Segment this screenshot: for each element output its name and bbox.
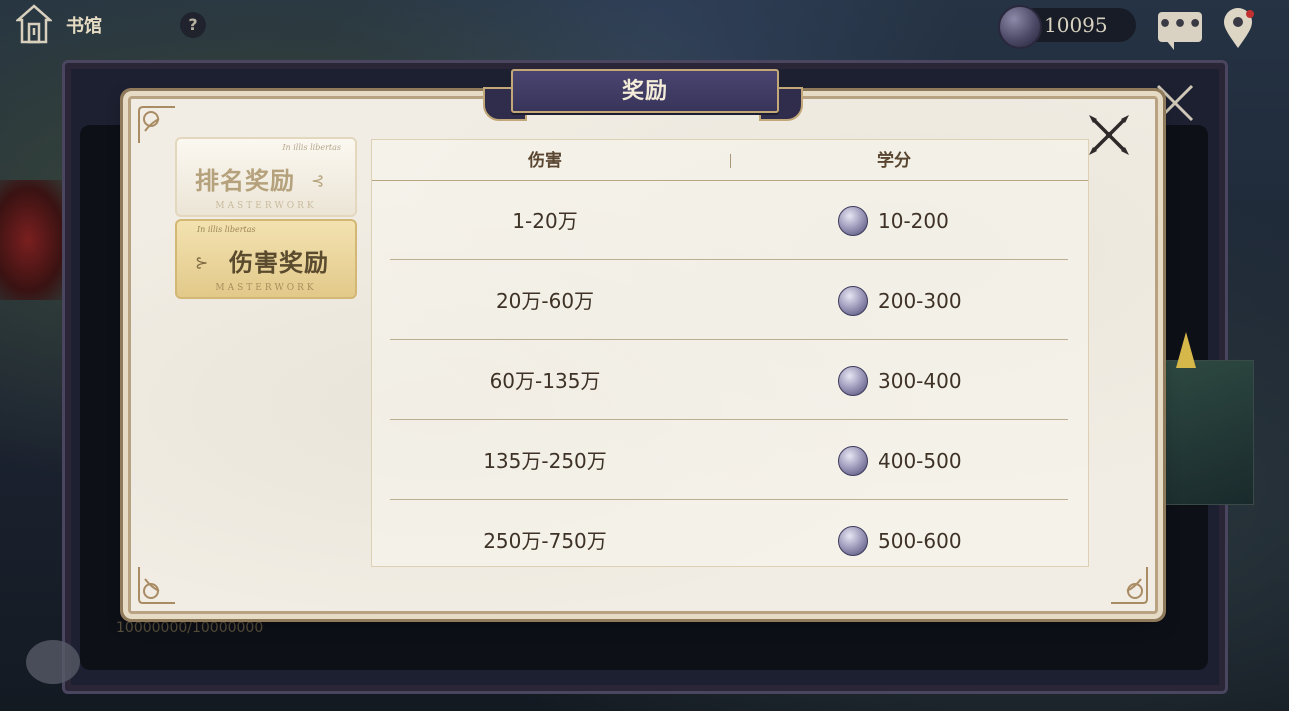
flourish-icon: ⊰ (311, 171, 325, 190)
damage-range: 1-20万 (512, 209, 578, 233)
background-card (1150, 360, 1254, 505)
table-header: 伤害 学分 (372, 140, 1088, 181)
top-bar: 书馆 ? 10095 ••• (0, 0, 1289, 52)
tab-subtitle: MASTERWORK (215, 283, 317, 293)
table-row: 60万-135万 300-400 (390, 340, 1068, 420)
credit-coin-icon (838, 286, 868, 316)
tab-motto: In illis libertas (282, 143, 341, 152)
credit-coin-icon (838, 366, 868, 396)
credit-coin-icon (838, 526, 868, 556)
damage-range: 20万-60万 (495, 289, 595, 313)
table-row: 20万-60万 200-300 (390, 260, 1068, 340)
table-row: 1-20万 10-200 (390, 180, 1068, 260)
column-header-damage: 伤害 (528, 151, 562, 171)
background-button (26, 640, 80, 684)
close-icon[interactable] (1087, 113, 1131, 157)
credit-coin-icon (998, 5, 1042, 49)
credit-range: 300-400 (878, 369, 962, 393)
credit-range: 10-200 (878, 209, 949, 233)
corner-ornament (1107, 563, 1151, 607)
map-pin-icon[interactable] (1220, 8, 1256, 50)
reward-table: 伤害 学分 1-20万 10-200 20万-60万 200-300 60万-1… (371, 139, 1089, 567)
home-icon[interactable] (16, 4, 52, 44)
help-icon[interactable]: ? (180, 12, 206, 38)
reward-dialog: 奖励 In illis libertas 排名奖励 ⊰ MASTERWORK I… (128, 69, 1158, 614)
tab-ranking-rewards[interactable]: In illis libertas 排名奖励 ⊰ MASTERWORK (175, 137, 357, 217)
column-header-credit: 学分 (877, 151, 911, 171)
background-decoration (0, 180, 70, 300)
dialog-title: 奖励 (621, 78, 668, 104)
credit-range: 200-300 (878, 289, 962, 313)
flourish-icon: ⊱ (195, 253, 209, 272)
credit-range: 500-600 (878, 529, 962, 553)
tab-label: 排名奖励 (195, 166, 295, 195)
damage-range: 60万-135万 (489, 369, 601, 393)
tab-label: 伤害奖励 (229, 248, 329, 277)
credit-coin-icon (838, 206, 868, 236)
tab-subtitle: MASTERWORK (215, 201, 317, 211)
background-progress-text: 10000000/10000000 (116, 620, 264, 636)
credit-coin-icon (838, 446, 868, 476)
chat-dots: ••• (1158, 12, 1204, 37)
tab-motto: In illis libertas (197, 225, 256, 234)
corner-ornament (135, 103, 179, 147)
table-row: 250万-750万 500-600 (390, 500, 1068, 580)
damage-range: 135万-250万 (483, 449, 607, 473)
credit-range: 400-500 (878, 449, 962, 473)
corner-ornament (135, 563, 179, 607)
table-row: 135万-250万 400-500 (390, 420, 1068, 500)
chat-icon[interactable]: ••• (1158, 12, 1204, 50)
background-flag (1176, 332, 1196, 368)
currency-value: 10095 (1044, 13, 1108, 37)
home-label[interactable]: 书馆 (66, 12, 102, 38)
damage-range: 250万-750万 (483, 529, 607, 553)
title-banner: 奖励 (483, 59, 803, 125)
tab-damage-rewards[interactable]: In illis libertas ⊱ 伤害奖励 MASTERWORK (175, 219, 357, 299)
